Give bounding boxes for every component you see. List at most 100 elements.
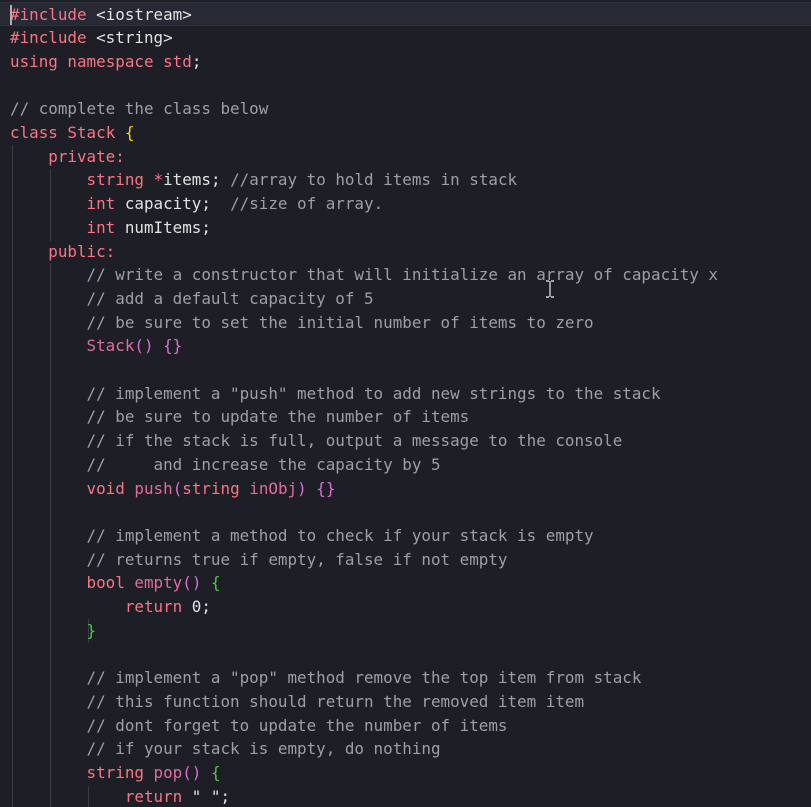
- code-token: // be sure to update the number of items: [86, 407, 470, 427]
- text-caret: [10, 5, 12, 25]
- code-line[interactable]: public:: [10, 240, 115, 264]
- code-token: push: [134, 478, 173, 498]
- code-line[interactable]: // be sure to update the number of items: [10, 405, 470, 429]
- code-token: // implement a "pop" method remove the t…: [86, 668, 642, 688]
- code-token: ;: [220, 786, 231, 806]
- code-line[interactable]: string pop() {: [10, 761, 221, 785]
- code-line[interactable]: #include <iostream>: [10, 3, 192, 27]
- code-token: // write a constructor that will initial…: [86, 265, 718, 285]
- code-token: int: [86, 194, 116, 214]
- code-token: bool: [86, 573, 125, 593]
- code-token: #include: [10, 28, 87, 48]
- code-line[interactable]: // write a constructor that will initial…: [10, 263, 718, 287]
- code-token: ;: [201, 597, 211, 616]
- code-token: (): [134, 336, 154, 356]
- code-token: // returns true if empty, false if not e…: [86, 549, 508, 569]
- code-token: //array to hold items in stack: [230, 170, 518, 190]
- code-token: ;: [201, 217, 211, 237]
- code-token: string: [86, 170, 144, 190]
- code-token: }: [86, 620, 97, 640]
- code-token: ): [297, 478, 307, 498]
- code-token: // dont forget to update the number of i…: [86, 715, 508, 735]
- code-line[interactable]: // if the stack is full, output a messag…: [10, 429, 623, 453]
- code-token: // add a default capacity of 5: [86, 288, 374, 308]
- code-token: public:: [48, 241, 116, 261]
- code-token: private:: [48, 146, 125, 166]
- code-token: 0: [191, 597, 202, 616]
- code-token: " ": [191, 786, 221, 806]
- code-line[interactable]: // this function should return the remov…: [10, 690, 584, 714]
- code-line[interactable]: // complete the class below: [10, 97, 268, 121]
- code-line[interactable]: return 0;: [10, 595, 211, 619]
- code-token: capacity: [115, 194, 202, 214]
- code-line[interactable]: // and increase the capacity by 5: [10, 453, 441, 477]
- code-token: int: [86, 217, 116, 237]
- code-token: inObj: [249, 478, 298, 498]
- code-token: Stack: [67, 123, 116, 142]
- code-line[interactable]: Stack() {}: [10, 334, 183, 358]
- code-token: {: [124, 123, 135, 142]
- code-token: (: [172, 478, 183, 498]
- code-line[interactable]: // implement a "push" method to add new …: [10, 382, 661, 406]
- code-token: // be sure to set the initial number of …: [86, 312, 594, 332]
- code-line[interactable]: // add a default capacity of 5: [10, 287, 374, 311]
- code-line[interactable]: }: [10, 619, 97, 643]
- code-line[interactable]: // implement a "pop" method remove the t…: [10, 666, 642, 690]
- code-line[interactable]: return " ";: [10, 785, 230, 807]
- code-token: ;: [191, 51, 202, 71]
- code-editor[interactable]: #include <iostream> #include <string> usin…: [0, 0, 811, 807]
- code-token: //size of array.: [230, 194, 384, 214]
- code-token: return: [124, 786, 183, 806]
- code-token: string: [182, 478, 240, 498]
- code-token: // if your stack is empty, do nothing: [86, 739, 441, 759]
- code-line[interactable]: // be sure to set the initial number of …: [10, 311, 594, 335]
- code-token: void: [86, 478, 125, 498]
- code-token: empty: [134, 573, 183, 593]
- code-token: using: [10, 51, 58, 71]
- code-token: {}: [316, 478, 336, 498]
- code-line[interactable]: class Stack {: [10, 121, 134, 145]
- code-token: std: [163, 51, 192, 71]
- code-token: string: [86, 762, 144, 782]
- code-token: namespace: [67, 51, 154, 71]
- code-line[interactable]: // returns true if empty, false if not e…: [10, 548, 508, 572]
- code-line[interactable]: using namespace std;: [10, 50, 201, 74]
- code-line[interactable]: #include <string>: [10, 26, 173, 50]
- code-line[interactable]: // dont forget to update the number of i…: [10, 714, 508, 738]
- code-line[interactable]: bool empty() {: [10, 571, 221, 595]
- code-line[interactable]: // implement a method to check if your s…: [10, 524, 594, 548]
- code-line[interactable]: int capacity; //size of array.: [10, 192, 384, 216]
- code-line[interactable]: string *items; //array to hold items in …: [10, 168, 518, 192]
- code-token: numItems: [115, 217, 202, 237]
- code-line[interactable]: // if your stack is empty, do nothing: [10, 737, 441, 761]
- code-token: return: [124, 597, 183, 616]
- code-line[interactable]: private:: [10, 145, 125, 169]
- code-line[interactable]: int numItems;: [10, 216, 211, 240]
- code-token: // if the stack is full, output a messag…: [86, 431, 623, 451]
- code-line[interactable]: void push(string inObj) {}: [10, 477, 336, 501]
